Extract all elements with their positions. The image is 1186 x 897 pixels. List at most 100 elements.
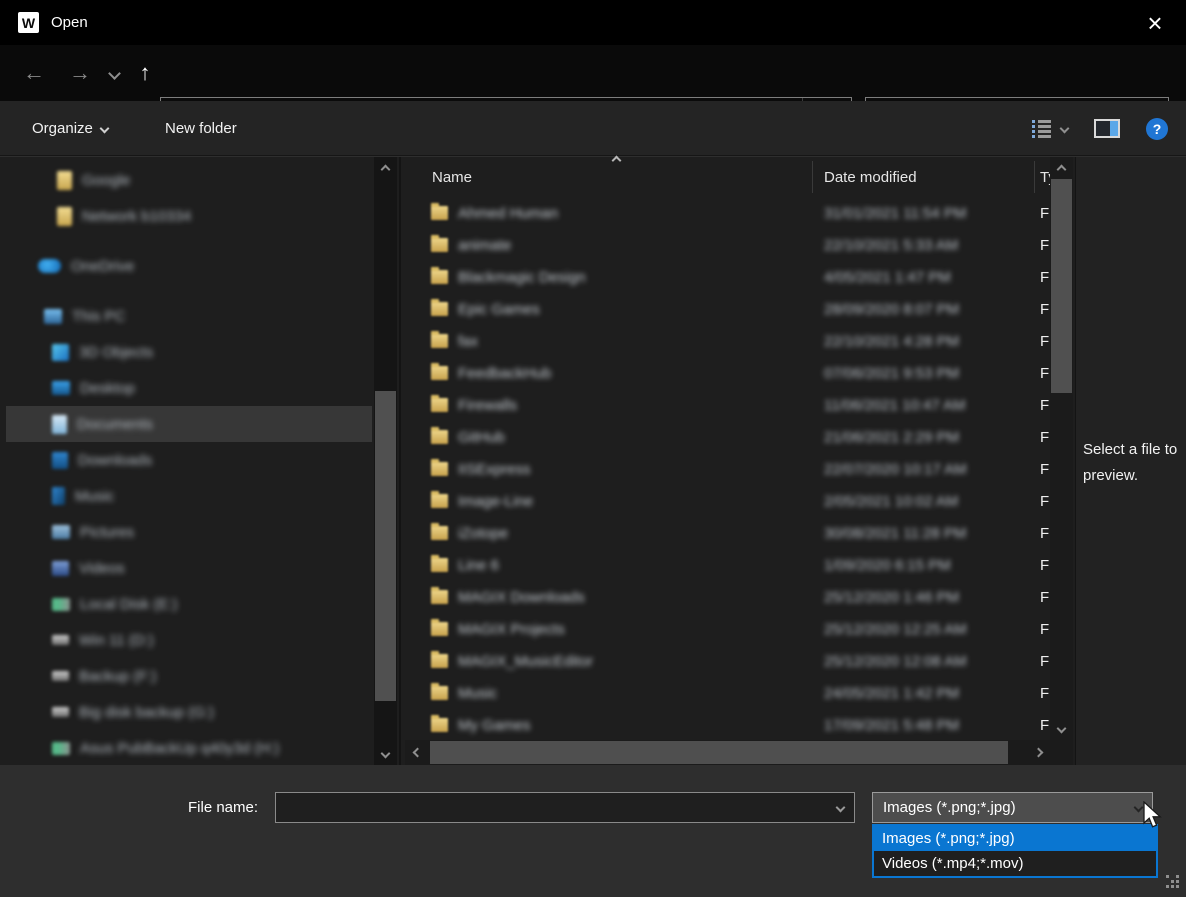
file-row[interactable]: Ahmed Human 31/01/2021 11:54 PM File fol… [401, 197, 1050, 229]
tree-item[interactable]: Downloads [6, 442, 372, 478]
file-name: Firewalls [458, 397, 517, 414]
organize-button[interactable]: Organize [32, 101, 108, 156]
tree-item[interactable]: Pictures [6, 514, 372, 550]
scroll-down-button[interactable] [374, 743, 397, 763]
tree-item-label: This PC [72, 308, 125, 325]
drive-gray-icon [52, 671, 69, 681]
drive-gray-icon [52, 707, 69, 717]
file-type: File folder [1040, 397, 1050, 414]
tree-item[interactable]: Google [6, 162, 372, 198]
file-type-select[interactable]: Images (*.png;*.jpg) [872, 792, 1153, 823]
file-row[interactable]: fax 22/10/2021 4:28 PM File folder [401, 325, 1050, 357]
file-name: Image-Line [458, 493, 533, 510]
tree-item[interactable]: Documents [6, 406, 372, 442]
scrollbar-thumb[interactable] [430, 741, 1008, 764]
recent-locations-button[interactable] [100, 45, 128, 101]
file-row[interactable]: My Games 17/09/2021 5:48 PM File folder [401, 709, 1050, 740]
file-name: IISExpress [458, 461, 531, 478]
tree-item-label: Backup (F:) [79, 668, 157, 685]
scroll-up-button[interactable] [374, 159, 397, 179]
file-name: Music [458, 685, 497, 702]
scroll-down-button[interactable] [1050, 718, 1073, 738]
file-row[interactable]: Firewalls 11/06/2021 10:47 AM File folde… [401, 389, 1050, 421]
file-type-option[interactable]: Images (*.png;*.jpg) [874, 826, 1156, 851]
file-name-input[interactable] [276, 799, 837, 816]
file-type: File folder [1040, 621, 1050, 638]
file-row[interactable]: MAGIX Downloads 25/12/2020 1:46 PM File … [401, 581, 1050, 613]
file-type: File folder [1040, 685, 1050, 702]
tree-item-label: Local Disk (E:) [80, 596, 178, 613]
tree-item[interactable]: Music [6, 478, 372, 514]
file-row[interactable]: iZotope 30/08/2021 11:28 PM File folder [401, 517, 1050, 549]
tree-item[interactable]: Local Disk (E:) [6, 586, 372, 622]
tree-item-label: Downloads [78, 452, 152, 469]
scrollbar-thumb[interactable] [375, 391, 396, 701]
tree-item[interactable]: Backup (F:) [6, 658, 372, 694]
folder-icon [431, 398, 448, 412]
forward-button[interactable]: → [60, 45, 100, 101]
tree-item[interactable]: Asus PubBackUp q40y3d (H:) [6, 730, 372, 765]
chevron-down-icon[interactable] [836, 803, 846, 813]
tree-item[interactable]: Win 11 (D:) [6, 622, 372, 658]
file-type: File folder [1040, 493, 1050, 510]
tree-item[interactable]: Big disk backup (G:) [6, 694, 372, 730]
file-row[interactable]: Music 24/05/2021 1:42 PM File folder [401, 677, 1050, 709]
file-name: Epic Games [458, 301, 540, 318]
tree-item[interactable]: Desktop [6, 370, 372, 406]
file-name: Ahmed Human [458, 205, 558, 222]
preview-pane-icon[interactable] [1094, 119, 1120, 138]
tree-item[interactable]: Network b10334 [6, 198, 372, 234]
file-date-modified: 22/10/2021 5:33 AM [824, 237, 958, 254]
title-bar: W Open × [0, 0, 1186, 45]
new-folder-button[interactable]: New folder [165, 101, 237, 156]
file-list: Name Date modified Type Ahmed Human 31/0… [399, 157, 1050, 765]
file-row[interactable]: Epic Games 28/09/2020 8:07 PM File folde… [401, 293, 1050, 325]
drive-green-icon [52, 742, 70, 755]
resize-grip[interactable] [1166, 875, 1181, 890]
file-row[interactable]: MAGIX_MusicEditor 25/12/2020 12:08 AM Fi… [401, 645, 1050, 677]
folder-icon [57, 171, 72, 190]
file-date-modified: 4/05/2021 1:47 PM [824, 269, 951, 286]
scroll-up-button[interactable] [1050, 159, 1073, 179]
file-row[interactable]: FeedbackHub 07/06/2021 9:53 PM File fold… [401, 357, 1050, 389]
file-type: File folder [1040, 717, 1050, 734]
column-header-name[interactable]: Name [432, 169, 472, 186]
file-row[interactable]: Line 6 1/09/2020 6:15 PM File folder [401, 549, 1050, 581]
scroll-right-button[interactable] [1026, 740, 1050, 765]
mouse-cursor [1142, 801, 1164, 831]
file-row[interactable]: Image-Line 2/05/2021 10:02 AM File folde… [401, 485, 1050, 517]
tree-item[interactable]: Videos [6, 550, 372, 586]
scroll-left-button[interactable] [405, 740, 429, 765]
tree-item-label: Win 11 (D:) [79, 632, 154, 649]
back-button[interactable]: ← [14, 45, 54, 101]
help-icon[interactable]: ? [1146, 118, 1168, 140]
tree-item[interactable]: 3D Objects [6, 334, 372, 370]
this-pc-icon [44, 309, 62, 324]
file-row[interactable]: animate 22/10/2021 5:33 AM File folder [401, 229, 1050, 261]
sidebar-scrollbar[interactable] [374, 157, 397, 765]
file-row[interactable]: MAGIX Projects 25/12/2020 12:25 AM File … [401, 613, 1050, 645]
close-button[interactable]: × [1124, 0, 1186, 45]
tree-item-label: Documents [77, 416, 153, 433]
file-name: MAGIX Downloads [458, 589, 585, 606]
scrollbar-thumb[interactable] [1051, 179, 1072, 393]
folder-icon [431, 302, 448, 316]
file-name: Line 6 [458, 557, 499, 574]
file-name: animate [458, 237, 511, 254]
horizontal-scrollbar[interactable] [405, 740, 1050, 765]
tree-item-label: Network b10334 [82, 208, 191, 225]
up-button[interactable]: ↑ [128, 45, 162, 101]
file-row[interactable]: Blackmagic Design 4/05/2021 1:47 PM File… [401, 261, 1050, 293]
tree-item[interactable]: This PC [6, 298, 372, 334]
tree-item[interactable]: OneDrive [6, 248, 372, 284]
file-type-selected-label: Images (*.png;*.jpg) [883, 799, 1016, 816]
folder-icon [431, 206, 448, 220]
file-row[interactable]: GitHub 21/06/2021 2:29 PM File folder [401, 421, 1050, 453]
file-list-scrollbar[interactable] [1050, 157, 1073, 740]
column-header-date-modified[interactable]: Date modified [824, 169, 917, 186]
details-view-icon [1032, 120, 1051, 138]
change-view-button[interactable] [1032, 120, 1068, 138]
file-type-option[interactable]: Videos (*.mp4;*.mov) [874, 851, 1156, 876]
file-type: File folder [1040, 333, 1050, 350]
file-row[interactable]: IISExpress 22/07/2020 10:17 AM File fold… [401, 453, 1050, 485]
